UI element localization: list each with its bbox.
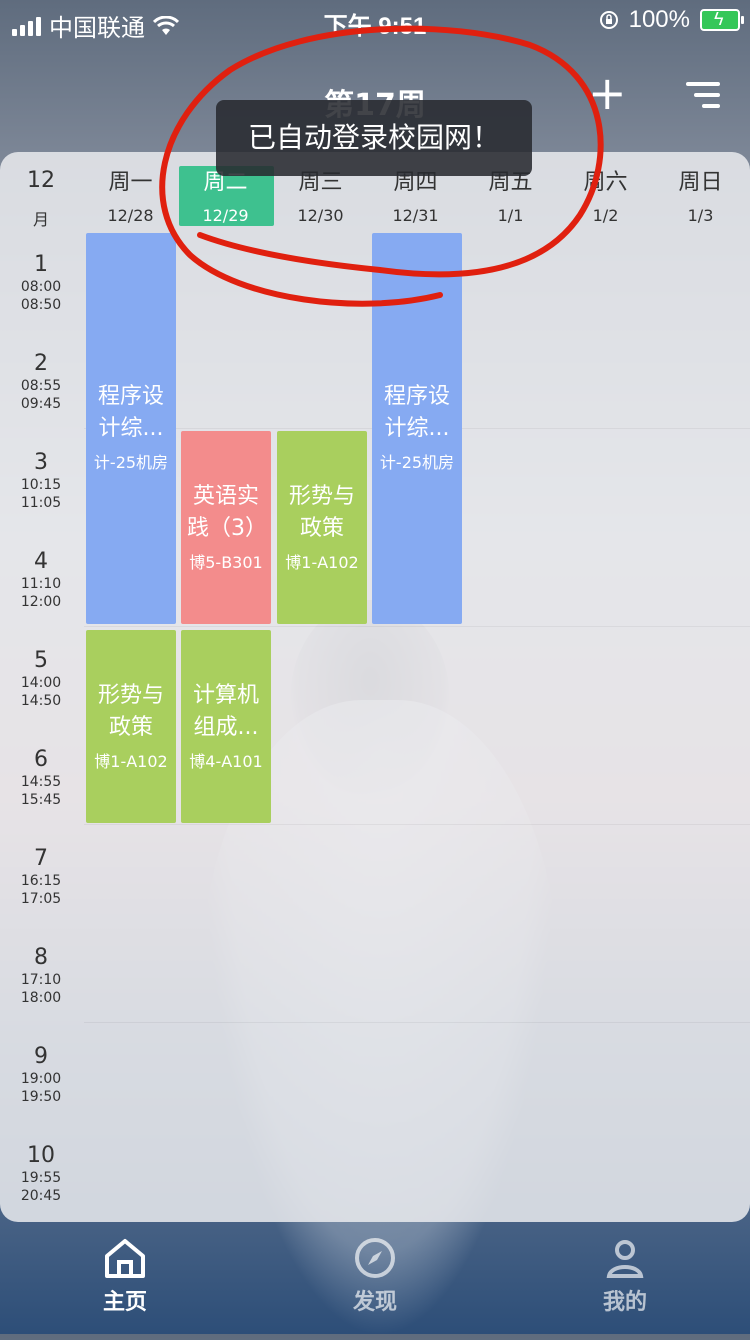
period-label: 9 19:00 19:50	[20, 1044, 62, 1105]
course-card[interactable]: 形势与 政策 博1-A102	[277, 431, 367, 624]
day-header: 周五 1/1	[488, 170, 533, 225]
schedule-panel: 12 月 周一 12/28 周二 12/29 周三 12/30 周四 12/31 周五 1…	[0, 152, 750, 1222]
battery-icon: ϟ	[700, 9, 744, 31]
tab-discover[interactable]: 发现	[310, 1236, 440, 1316]
bottom-tab-bar: 主页 发现 我的	[0, 1222, 750, 1334]
day-header: 周日 1/3	[678, 170, 723, 225]
day-header: 周三 12/30	[297, 170, 344, 225]
period-label: 3 10:15 11:05	[20, 450, 62, 511]
day-header: 周四 12/31	[392, 170, 439, 225]
day-header: 周一 12/28	[107, 170, 154, 225]
period-label: 2 08:55 09:45	[20, 351, 62, 412]
plus-icon[interactable]: +	[588, 70, 627, 116]
day-header-today: 周二 12/29	[202, 170, 249, 225]
tab-home[interactable]: 主页	[60, 1236, 190, 1316]
period-label: 6 14:55 15:45	[20, 747, 62, 808]
course-card[interactable]: 形势与 政策 博1-A102	[86, 630, 176, 823]
course-card[interactable]: 计算机 组成... 博4-A101	[181, 630, 271, 823]
course-card[interactable]: 程序设 计综... 计-25机房	[86, 233, 176, 624]
day-header: 周六 1/2	[583, 170, 628, 225]
period-label: 5 14:00 14:50	[20, 648, 62, 709]
period-label: 4 11:10 12:00	[20, 549, 62, 610]
menu-icon[interactable]	[684, 82, 720, 110]
battery-percent: 100%	[628, 6, 690, 33]
course-card[interactable]: 英语实 践（3） 博5-B301	[181, 431, 271, 624]
tab-mine[interactable]: 我的	[560, 1236, 690, 1316]
period-label: 1 08:00 08:50	[20, 252, 62, 313]
period-label: 8 17:10 18:00	[20, 945, 62, 1006]
period-label: 10 19:55 20:45	[20, 1143, 62, 1204]
course-card[interactable]: 程序设 计综... 计-25机房	[372, 233, 462, 624]
month-number: 12	[27, 168, 55, 193]
status-bar: 中国联通 下午 9:51 100% ϟ	[0, 0, 750, 44]
month-unit: 月	[32, 210, 49, 229]
grid-line	[84, 626, 750, 627]
toast-message: 已自动登录校园网！	[216, 100, 532, 176]
grid-line	[84, 824, 750, 825]
grid-line	[84, 1022, 750, 1023]
period-label: 7 16:15 17:05	[20, 846, 62, 907]
rotation-lock-icon	[599, 11, 618, 29]
person-icon	[606, 1240, 644, 1278]
home-icon	[105, 1239, 145, 1278]
compass-icon	[355, 1238, 395, 1278]
